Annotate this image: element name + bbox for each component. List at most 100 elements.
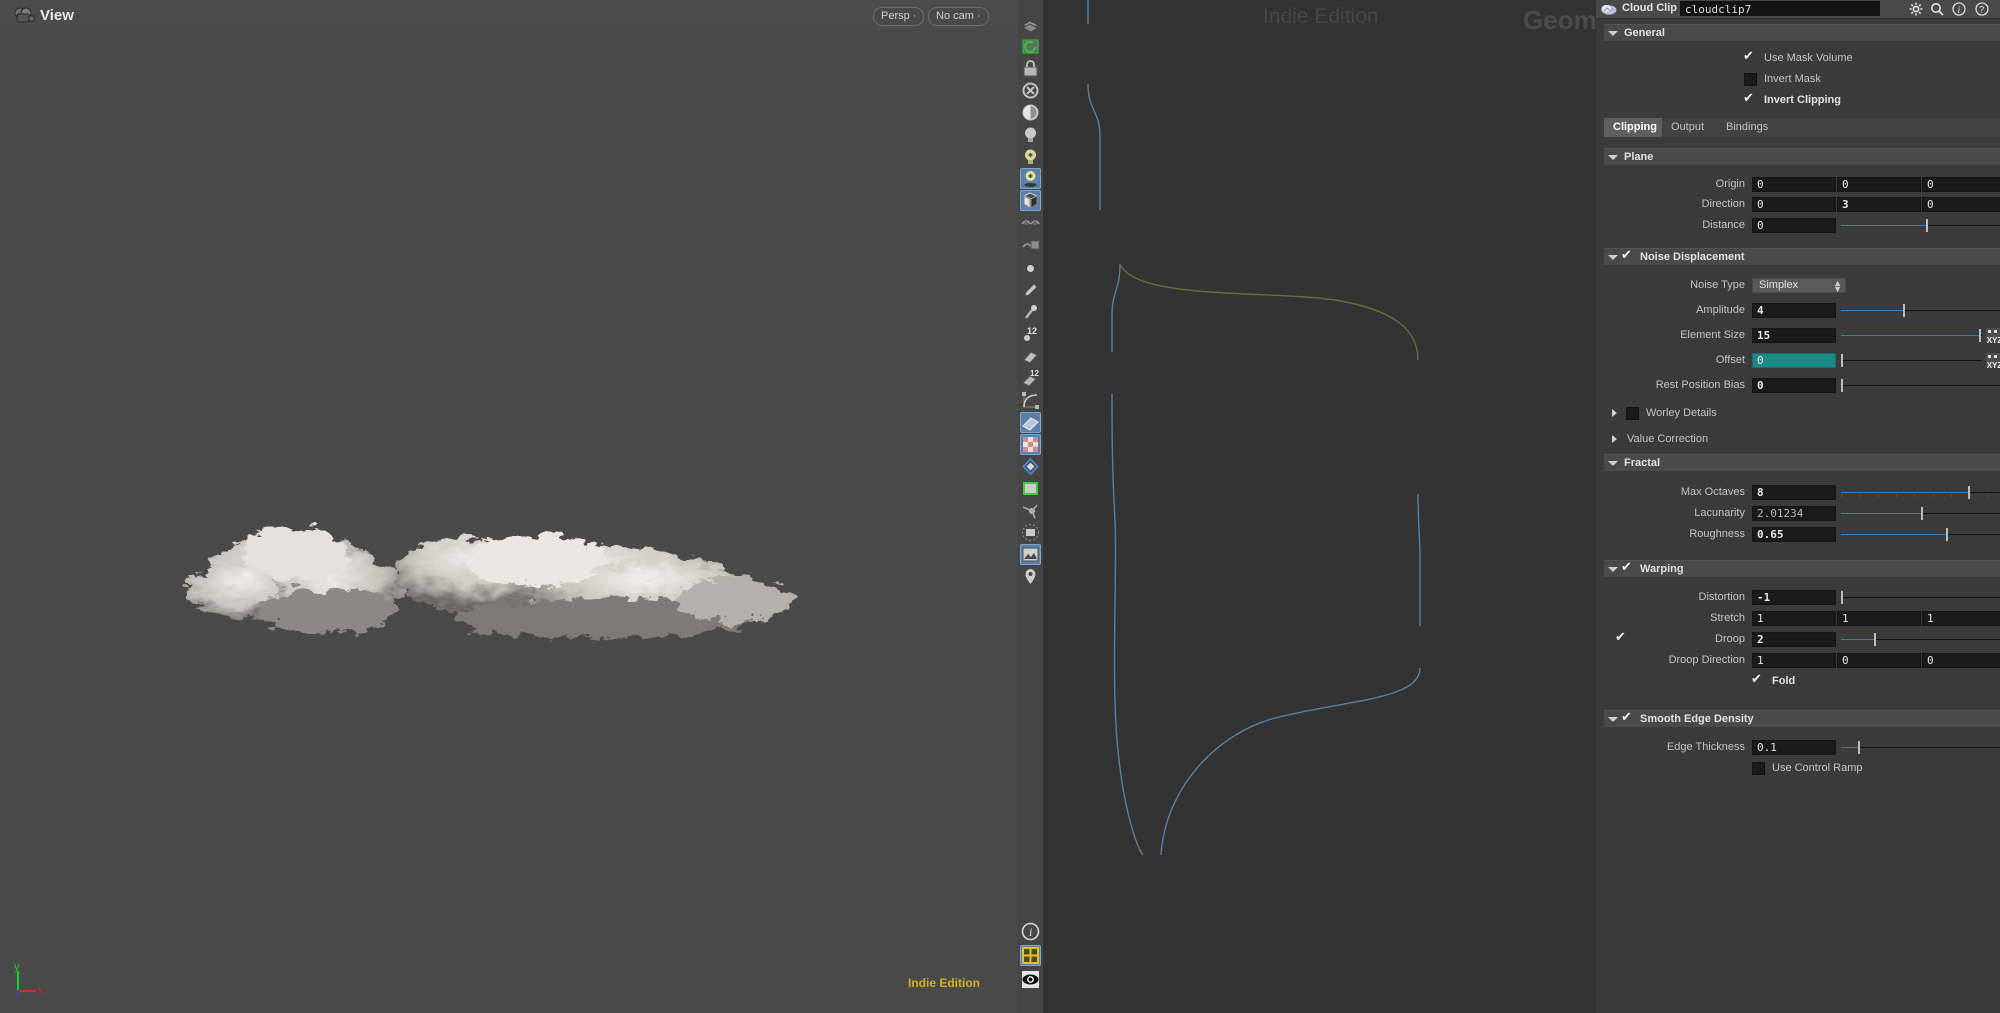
info-icon[interactable]: i bbox=[1020, 921, 1041, 942]
distortion-slider[interactable] bbox=[1841, 590, 2000, 605]
section-worley-details[interactable]: Worley Details bbox=[1604, 405, 2000, 421]
offset-field[interactable]: 0 bbox=[1752, 353, 1836, 368]
lock-icon[interactable] bbox=[1020, 58, 1041, 79]
point-icon[interactable] bbox=[1020, 258, 1041, 279]
section-smooth-edge-density[interactable]: Smooth Edge Density bbox=[1604, 709, 2000, 727]
section-general[interactable]: General bbox=[1604, 24, 2000, 41]
node-name-field[interactable]: cloudclip7 bbox=[1680, 1, 1880, 16]
camera-menu[interactable]: No cam · bbox=[928, 7, 989, 26]
stretch-z-field[interactable]: 1 bbox=[1922, 611, 2000, 626]
display-toggle-icon[interactable] bbox=[1020, 102, 1041, 123]
lacunarity-slider[interactable] bbox=[1841, 506, 2000, 521]
droop-slider[interactable] bbox=[1841, 632, 2000, 647]
section-value-correction[interactable]: Value Correction bbox=[1604, 431, 2000, 447]
droop-field[interactable]: 2 bbox=[1752, 632, 1836, 647]
normals-icon[interactable] bbox=[1020, 500, 1041, 521]
pin-icon[interactable] bbox=[1020, 566, 1041, 587]
brush-icon[interactable] bbox=[1020, 302, 1041, 323]
pen-icon[interactable] bbox=[1020, 280, 1041, 301]
section-warping[interactable]: Warping bbox=[1604, 559, 2000, 577]
place-light-icon[interactable] bbox=[1020, 168, 1041, 189]
worley-details-checkbox[interactable] bbox=[1626, 407, 1639, 420]
element-size-field[interactable]: 15 bbox=[1752, 328, 1836, 343]
roughness-field[interactable]: 0.65 bbox=[1752, 527, 1836, 542]
diamond-icon[interactable] bbox=[1020, 456, 1041, 477]
search-icon[interactable] bbox=[1930, 2, 1944, 16]
invert-clipping-checkbox[interactable] bbox=[1743, 90, 1755, 106]
tab-clipping[interactable]: Clipping bbox=[1604, 118, 1666, 137]
use-mask-volume-checkbox[interactable] bbox=[1743, 48, 1755, 64]
origin-x-field[interactable]: 0 bbox=[1752, 177, 1836, 192]
rest-position-bias-slider[interactable] bbox=[1841, 378, 2000, 393]
droop-direction-z-field[interactable]: 0 bbox=[1922, 653, 2000, 668]
use-control-ramp-checkbox[interactable] bbox=[1752, 762, 1765, 775]
section-general-label: General bbox=[1624, 27, 1665, 39]
direction-z-field[interactable]: 0 bbox=[1922, 197, 2000, 212]
viewport-canvas[interactable]: y x z bbox=[0, 22, 1018, 1013]
offset-slider[interactable] bbox=[1841, 353, 1982, 368]
info-icon[interactable]: i bbox=[1952, 2, 1966, 16]
edge-thickness-field[interactable]: 0.1 bbox=[1752, 740, 1836, 755]
amplitude-field[interactable]: 4 bbox=[1752, 303, 1836, 318]
recook-icon[interactable] bbox=[1020, 36, 1041, 57]
paint-12-icon[interactable]: 12 bbox=[1020, 368, 1041, 389]
quad-view-icon[interactable] bbox=[1020, 945, 1041, 966]
max-octaves-field[interactable]: 8 bbox=[1752, 485, 1836, 500]
viewport-header: View Persp · No cam · bbox=[0, 0, 1018, 30]
stretch-y-field[interactable]: 1 bbox=[1837, 611, 1921, 626]
light-icon[interactable] bbox=[1020, 124, 1041, 145]
node-info-icon[interactable] bbox=[1020, 522, 1041, 543]
image-icon[interactable] bbox=[1020, 544, 1041, 565]
bbox-icon[interactable] bbox=[1020, 478, 1041, 499]
origin-y-field[interactable]: 0 bbox=[1837, 177, 1921, 192]
persp-menu[interactable]: Persp · bbox=[873, 7, 925, 26]
element-size-slider[interactable] bbox=[1841, 328, 1982, 343]
noise-type-menu[interactable]: Simplex ▲ ▼ bbox=[1752, 278, 1846, 294]
worley-details-label: Worley Details bbox=[1646, 407, 1717, 419]
uv-checker-icon[interactable] bbox=[1020, 434, 1041, 455]
section-noise-displacement[interactable]: Noise Displacement bbox=[1604, 247, 2000, 265]
template-icon[interactable] bbox=[1020, 212, 1041, 233]
droop-direction-y-field[interactable]: 0 bbox=[1837, 653, 1921, 668]
grid-icon[interactable] bbox=[1020, 14, 1041, 35]
add-light-icon[interactable] bbox=[1020, 146, 1041, 167]
max-octaves-slider[interactable] bbox=[1841, 485, 2000, 500]
flat-shade-icon[interactable] bbox=[1020, 412, 1041, 433]
direction-x-field[interactable]: 0 bbox=[1752, 197, 1836, 212]
distance-slider[interactable] bbox=[1841, 218, 2000, 233]
element-size-xyz-button[interactable]: XYZ bbox=[1985, 327, 2000, 345]
rest-position-bias-field[interactable]: 0 bbox=[1752, 378, 1836, 393]
selectable-template-icon[interactable] bbox=[1020, 234, 1041, 255]
bypass-icon[interactable] bbox=[1020, 80, 1041, 101]
fold-checkbox[interactable] bbox=[1751, 671, 1763, 687]
noise-displacement-checkbox[interactable] bbox=[1621, 247, 1633, 263]
amplitude-slider[interactable] bbox=[1841, 303, 2000, 318]
curve-icon[interactable] bbox=[1020, 390, 1041, 411]
frame-12-icon[interactable]: 12 bbox=[1020, 324, 1041, 345]
offset-xyz-button[interactable]: XYZ bbox=[1985, 352, 2000, 370]
direction-y-field[interactable]: 3 bbox=[1837, 197, 1921, 212]
section-plane[interactable]: Plane bbox=[1604, 148, 2000, 165]
distance-field[interactable]: 0 bbox=[1752, 218, 1836, 233]
smooth-edge-density-checkbox[interactable] bbox=[1621, 709, 1633, 725]
edge-thickness-slider[interactable] bbox=[1841, 740, 2000, 755]
gear-icon[interactable] bbox=[1909, 2, 1923, 16]
help-icon[interactable]: ? bbox=[1975, 2, 1989, 16]
eye-icon[interactable] bbox=[1020, 969, 1041, 990]
lacunarity-field[interactable]: 2.01234 bbox=[1752, 506, 1836, 521]
stretch-x-field[interactable]: 1 bbox=[1752, 611, 1836, 626]
section-fractal[interactable]: Fractal bbox=[1604, 454, 2000, 471]
tab-bindings[interactable]: Bindings bbox=[1717, 118, 1778, 137]
origin-z-field[interactable]: 0 bbox=[1922, 177, 2000, 192]
network-canvas[interactable]: Indie Edition Geometry bbox=[1043, 0, 1596, 1013]
droop-direction-x-field[interactable]: 1 bbox=[1752, 653, 1836, 668]
warping-checkbox[interactable] bbox=[1621, 559, 1633, 575]
paint-icon[interactable] bbox=[1020, 346, 1041, 367]
bake-icon[interactable] bbox=[1020, 190, 1041, 211]
tab-output[interactable]: Output bbox=[1662, 118, 1714, 137]
distortion-field[interactable]: -1 bbox=[1752, 590, 1836, 605]
invert-mask-checkbox[interactable] bbox=[1744, 73, 1757, 86]
roughness-slider[interactable] bbox=[1841, 527, 2000, 542]
chevron-right-icon bbox=[1612, 409, 1617, 417]
parameters-header: Cloud Clip cloudclip7 i ? bbox=[1596, 0, 2000, 19]
